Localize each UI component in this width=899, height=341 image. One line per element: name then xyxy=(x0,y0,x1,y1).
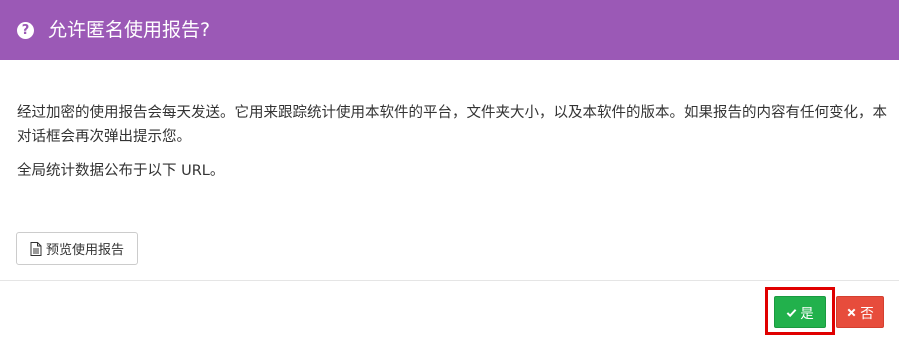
document-icon xyxy=(30,241,42,256)
preview-report-label: 预览使用报告 xyxy=(45,243,124,258)
dialog-title: 允许匿名使用报告? xyxy=(48,19,211,41)
check-icon xyxy=(786,308,797,317)
question-circle-icon: ? xyxy=(17,21,34,39)
close-icon xyxy=(847,308,856,316)
yes-label: 是 xyxy=(800,306,814,322)
preview-report-button[interactable]: 预览使用报告 xyxy=(16,232,138,265)
dialog-header: ? 允许匿名使用报告? xyxy=(0,0,899,60)
no-label: 否 xyxy=(860,306,874,322)
no-button[interactable]: 否 xyxy=(836,296,884,328)
yes-button[interactable]: 是 xyxy=(774,296,826,328)
footer-divider xyxy=(0,280,899,281)
statistics-url-note: 全局统计数据公布于以下 URL。 xyxy=(17,163,225,179)
usage-report-dialog: ? 允许匿名使用报告? 经过加密的使用报告会每天发送。它用来跟踪统计使用本软件的… xyxy=(0,0,899,341)
report-description: 经过加密的使用报告会每天发送。它用来跟踪统计使用本软件的平台，文件夹大小，以及本… xyxy=(17,105,887,145)
